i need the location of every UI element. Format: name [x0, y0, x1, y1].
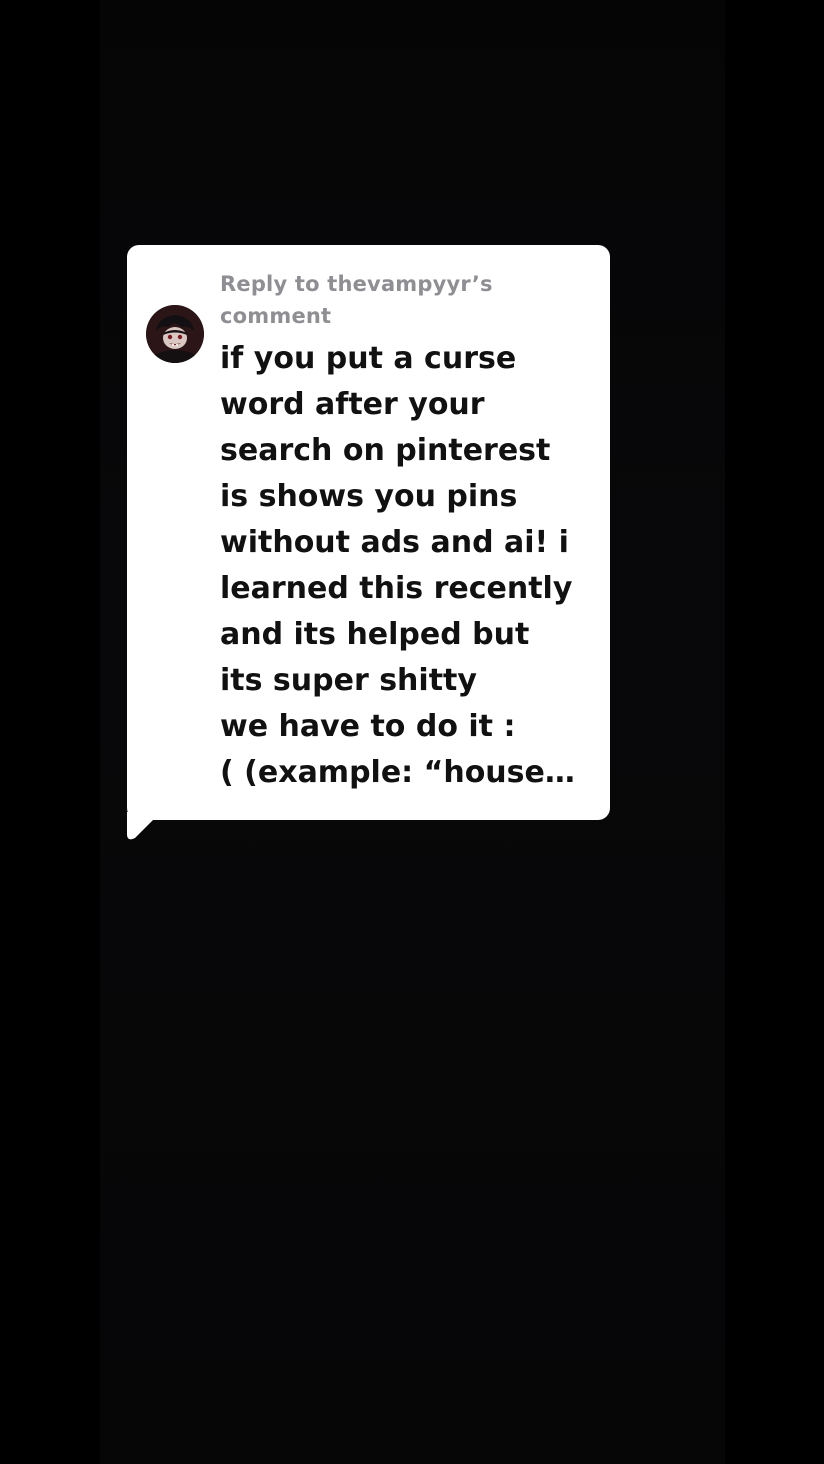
comment-line: ( (example: “house… [220, 755, 575, 790]
comment-line: search on pinterest [220, 433, 551, 468]
reply-to-username-line: Reply to thevampyyr’s [220, 272, 493, 296]
comment-line: if you put a curse [220, 341, 517, 376]
comment-line: learned this recently [220, 571, 573, 606]
comment-line: its super shitty [220, 663, 477, 698]
comment-line: and its helped but [220, 617, 530, 652]
comment-text: if you put a curse word after your searc… [220, 336, 600, 796]
commenter-avatar[interactable] [146, 305, 204, 363]
reply-to-comment-label: comment [220, 304, 332, 328]
comment-line: we have to do it : [220, 709, 516, 744]
comment-line: word after your [220, 387, 485, 422]
comment-line: is shows you pins [220, 479, 518, 514]
comment-line: without ads and ai! i [220, 525, 569, 560]
vampire-avatar-icon [146, 305, 204, 363]
reply-to-header: Reply to thevampyyr’s comment [220, 268, 580, 332]
